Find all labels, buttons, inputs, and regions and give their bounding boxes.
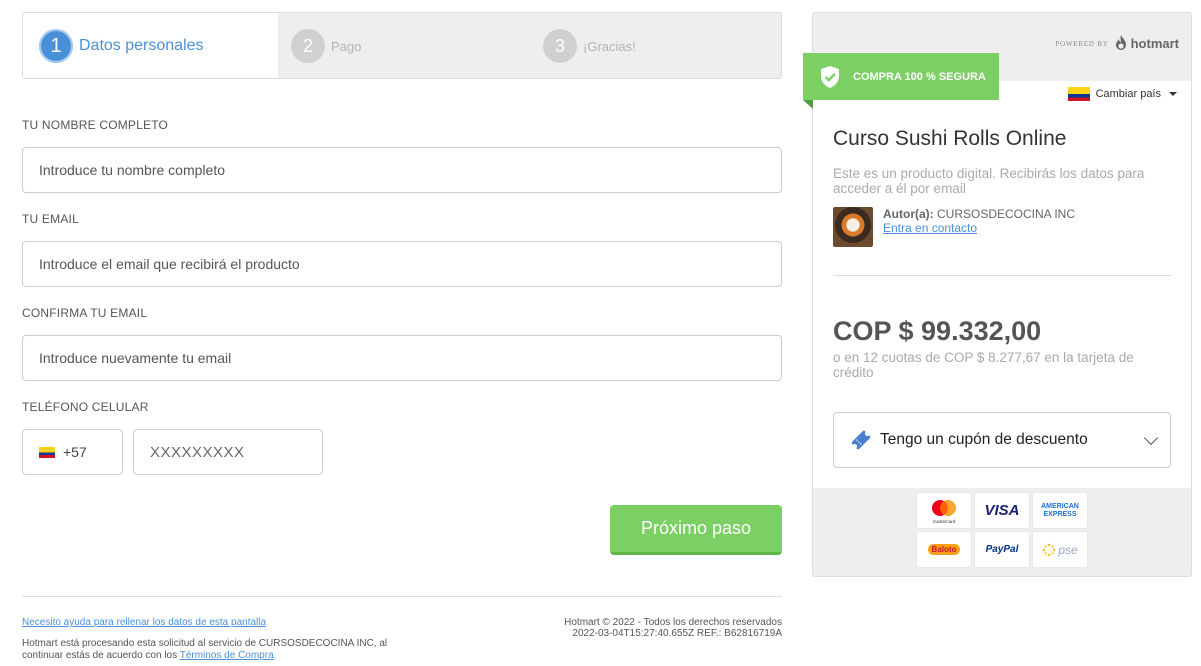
paypal-logo: PayPal (975, 532, 1029, 567)
summary-divider (833, 275, 1171, 276)
payment-methods: mastercard VISA AMERICAN EXPRESS Baloto … (813, 488, 1191, 576)
step-2-label: Pago (331, 38, 362, 54)
email-input[interactable]: Introduce el email que recibirá el produ… (22, 241, 782, 287)
step-personal-data[interactable]: 1 Datos personales (39, 29, 204, 63)
colombia-flag-icon (1067, 87, 1090, 101)
checkout-form-column: 1 Datos personales 2 Pago 3 ¡Gracias! TU… (22, 12, 782, 661)
amex-logo: AMERICAN EXPRESS (1033, 493, 1087, 528)
name-input[interactable]: Introduce tu nombre completo (22, 147, 782, 193)
confirm-email-input[interactable]: Introduce nuevamente tu email (22, 335, 782, 381)
change-country-button[interactable]: Cambiar país (1067, 87, 1177, 101)
product-description: Este es un producto digital. Recibirás l… (833, 166, 1145, 196)
powered-by-text: POWERED BY (1055, 39, 1109, 48)
author-label: Autor(a): (883, 207, 934, 221)
order-summary-panel: POWERED BY hotmart COMPRA 100 % SEGURA C… (803, 12, 1192, 577)
phone-code-value: +57 (63, 444, 87, 460)
installments-text: o en 12 cuotas de COP $ 8.277,67 en la t… (833, 350, 1134, 380)
name-label: TU NOMBRE COMPLETO (22, 118, 169, 132)
change-country-label: Cambiar país (1095, 88, 1161, 100)
confirm-email-label: CONFIRMA TU EMAIL (22, 306, 148, 320)
step-2-number: 2 (291, 29, 325, 63)
chevron-down-icon (1143, 430, 1159, 446)
phone-country-code-select[interactable]: +57 (22, 429, 123, 475)
caret-down-icon (1169, 92, 1177, 96)
step-3-label: ¡Gracias! (583, 38, 636, 54)
visa-logo: VISA (975, 493, 1029, 528)
footer-left: Necesito ayuda para rellenar los datos d… (22, 617, 402, 629)
reference-text: 2022-03-04T15:27:40.655Z REF.: B62816719… (572, 628, 782, 639)
checkout-steps: 1 Datos personales 2 Pago 3 ¡Gracias! (22, 12, 782, 79)
footer-divider (22, 596, 782, 597)
contact-author-link[interactable]: Entra en contacto (883, 221, 977, 235)
coupon-toggle[interactable]: Tengo un cupón de descuento (833, 412, 1171, 468)
baloto-logo: Baloto (917, 532, 971, 567)
hotmart-flame-icon (1115, 35, 1126, 50)
pse-logo: pse (1033, 532, 1087, 567)
step-payment: 2 Pago (291, 29, 361, 63)
step-1-label: Datos personales (79, 37, 204, 54)
mastercard-logo: mastercard (917, 493, 971, 528)
step-3-number: 3 (543, 29, 577, 63)
hotmart-brand: hotmart (1130, 36, 1179, 51)
author-avatar (833, 207, 873, 247)
coupon-label: Tengo un cupón de descuento (880, 431, 1088, 448)
secure-purchase-badge: COMPRA 100 % SEGURA (803, 53, 999, 100)
phone-input[interactable]: XXXXXXXXX (133, 429, 323, 475)
product-title: Curso Sushi Rolls Online (833, 127, 1067, 150)
product-price: COP $ 99.332,00 (833, 316, 1042, 346)
terms-link[interactable]: Términos de Compra (180, 650, 274, 661)
powered-by-hotmart: POWERED BY hotmart (1055, 35, 1179, 52)
active-step-arrow (262, 13, 278, 78)
footer-right: Hotmart © 2022 - Todos los derechos rese… (564, 617, 782, 639)
step-1-number: 1 (39, 29, 73, 63)
ticket-icon (851, 430, 871, 450)
svg-text:mastercard: mastercard (933, 519, 956, 524)
next-step-button[interactable]: Próximo paso (610, 505, 782, 555)
phone-label: TELÉFONO CELULAR (22, 400, 149, 414)
badge-fold (803, 100, 813, 109)
step-thanks: 3 ¡Gracias! (543, 29, 636, 63)
help-link[interactable]: Necesito ayuda para rellenar los datos d… (22, 617, 266, 628)
shield-check-icon (821, 65, 839, 88)
colombia-flag-icon (39, 446, 55, 458)
footer-processing-note: Hotmart está procesando esta solicitud a… (22, 638, 402, 662)
author-info: Autor(a): CURSOSDECOCINA INC Entra en co… (883, 207, 1075, 235)
author-name: CURSOSDECOCINA INC (937, 207, 1076, 221)
email-label: TU EMAIL (22, 212, 79, 226)
copyright-text: Hotmart © 2022 - Todos los derechos rese… (564, 617, 782, 628)
secure-badge-text: COMPRA 100 % SEGURA (853, 70, 986, 83)
